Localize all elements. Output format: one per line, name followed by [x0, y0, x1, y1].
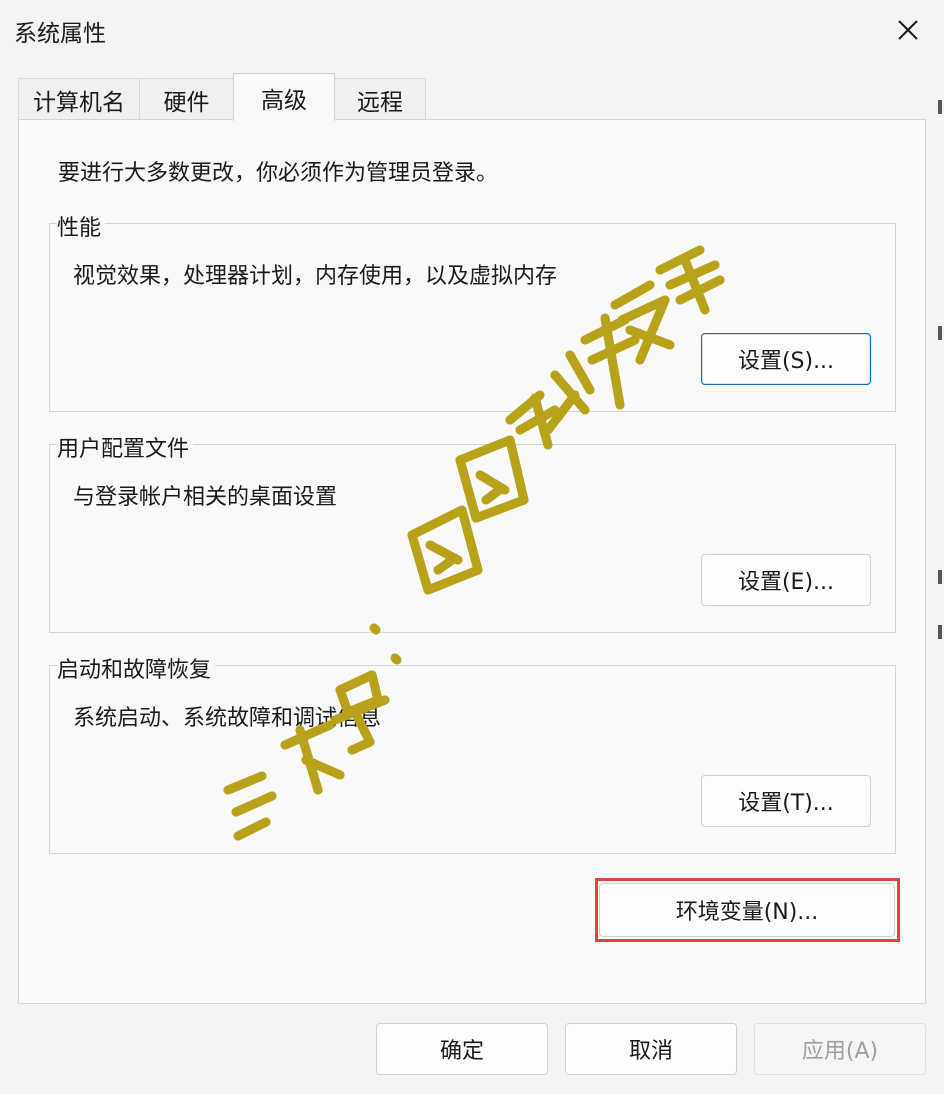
system-properties-window: 系统属性 计算机名 硬件 高级 远程 要进行大多数更改，你必须作为管理员登录。 …	[0, 0, 944, 1094]
highlight-annotation	[595, 878, 900, 942]
button-label: 设置(E)...	[737, 570, 835, 595]
close-icon	[898, 20, 918, 40]
background-edge-mark	[938, 100, 942, 114]
background-edge-mark	[938, 326, 942, 340]
tab-label: 远程	[357, 89, 403, 116]
tab-label: 硬件	[163, 89, 210, 116]
window-title: 系统属性	[14, 21, 106, 47]
group-title-startup-recovery: 启动和故障恢复	[57, 652, 216, 684]
user-profiles-settings-button[interactable]: 设置(E)...	[701, 554, 871, 606]
cancel-button[interactable]: 取消	[565, 1023, 737, 1075]
button-label: 设置(S)...	[737, 349, 835, 374]
title-bar: 系统属性	[0, 0, 944, 62]
group-title-performance: 性能	[57, 210, 106, 242]
tab-label: 高级	[261, 87, 307, 114]
group-desc-performance: 视觉效果，处理器计划，内存使用，以及虚拟内存	[73, 264, 558, 289]
background-edge-mark	[938, 570, 942, 584]
button-label: 取消	[628, 1039, 673, 1064]
tab-label: 计算机名	[33, 89, 125, 116]
performance-settings-button[interactable]: 设置(S)...	[701, 333, 871, 385]
apply-button[interactable]: 应用(A)	[754, 1023, 926, 1075]
group-desc-user-profiles: 与登录帐户相关的桌面设置	[73, 485, 338, 510]
button-label: 应用(A)	[801, 1039, 879, 1064]
close-button[interactable]	[872, 0, 944, 60]
ok-button[interactable]: 确定	[376, 1023, 548, 1075]
tab-remote[interactable]: 远程	[334, 78, 426, 120]
button-label: 设置(T)...	[738, 791, 834, 816]
admin-note: 要进行大多数更改，你必须作为管理员登录。	[58, 161, 499, 186]
group-desc-startup-recovery: 系统启动、系统故障和调试信息	[73, 706, 382, 731]
tab-hardware[interactable]: 硬件	[139, 78, 234, 120]
button-label: 确定	[439, 1039, 484, 1064]
background-edge-mark	[938, 625, 942, 639]
group-title-user-profiles: 用户配置文件	[57, 431, 194, 463]
startup-recovery-settings-button[interactable]: 设置(T)...	[701, 775, 871, 827]
tab-computer-name[interactable]: 计算机名	[18, 78, 140, 120]
tab-advanced[interactable]: 高级	[233, 73, 335, 121]
